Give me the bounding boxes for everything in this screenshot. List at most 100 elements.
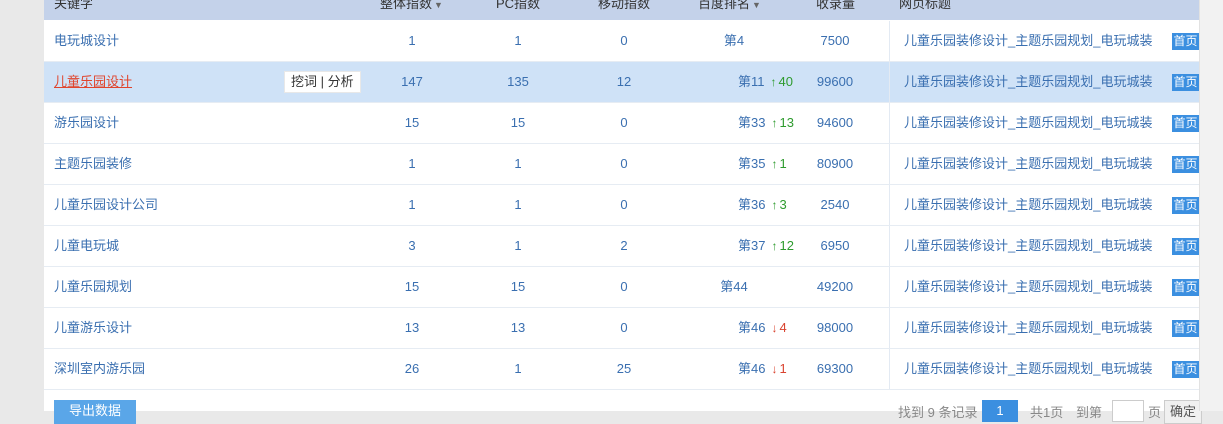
home-page-link[interactable]: 首页 [1172,33,1199,50]
baidu-rank: 第37 ↑ 12 [674,226,794,266]
page-title-link[interactable]: 儿童乐园装修设计_主题乐园规划_电玩城装 [904,103,1152,143]
column-divider [889,185,890,225]
dig-words-link[interactable]: 挖词 [291,74,317,89]
table-row[interactable]: 游乐园设计 15 15 0 第33 ↑ 13 94600 儿童乐园装修设计_主题乐园规划_电玩城… [44,103,1200,144]
pc-index: 1 [514,197,522,212]
pc-index: 15 [510,115,526,130]
keyword-link[interactable]: 游乐园设计 [54,103,119,143]
home-page-link[interactable]: 首页 [1172,74,1199,91]
rank-value: 第44 [720,279,748,294]
total-index: 1 [408,33,416,48]
keyword-link[interactable]: 儿童电玩城 [54,226,119,266]
table-row[interactable]: 深圳室内游乐园 26 1 25 第46 ↓ 1 69300 儿童乐园装修设计_主题乐园规划_电玩… [44,349,1200,390]
keyword-link[interactable]: 儿童乐园规划 [54,267,132,307]
page-title-link[interactable]: 儿童乐园装修设计_主题乐园规划_电玩城装 [904,62,1152,102]
keyword-link[interactable]: 主题乐园装修 [54,144,132,184]
table-row[interactable]: 电玩城设计 1 1 0 第4 7500 儿童乐园装修设计_主题乐园规划_电玩城装 首页 [44,21,1200,62]
page-title-link[interactable]: 儿童乐园装修设计_主题乐园规划_电玩城装 [904,185,1152,225]
page-title-link[interactable]: 儿童乐园装修设计_主题乐园规划_电玩城装 [904,267,1152,307]
records-found: 找到 9 条记录 [898,402,978,421]
rank-up-arrow-icon: ↑ [771,157,778,171]
total-index: 26 [404,361,420,376]
table-row[interactable]: 儿童游乐设计 13 13 0 第46 ↓ 4 98000 儿童乐园装修设计_主题乐园规划_电玩城… [44,308,1200,349]
pc-index: 135 [507,74,529,89]
column-divider [889,144,890,184]
rank-value: 第46 [738,320,766,335]
indexed-count: 7500 [820,33,850,48]
analyze-link[interactable]: 分析 [328,74,354,89]
indexed-count: 6950 [820,238,850,253]
home-page-link[interactable]: 首页 [1172,156,1199,173]
pc-index: 1 [514,156,522,171]
rank-up-arrow-icon: ↑ [771,239,778,253]
records-found-prefix: 找到 [898,405,925,420]
table-row[interactable]: 儿童电玩城 3 1 2 第37 ↑ 12 6950 儿童乐园装修设计_主题乐园规划_电玩城装 首页 [44,226,1200,267]
pc-index: 15 [510,279,526,294]
keyword-link[interactable]: 电玩城设计 [54,21,119,61]
home-page-link[interactable]: 首页 [1172,115,1199,132]
mobile-index: 25 [616,361,632,376]
table-row[interactable]: 儿童乐园规划 15 15 0 第44 49200 儿童乐园装修设计_主题乐园规划_电玩城装 首… [44,267,1200,308]
total-index: 15 [404,115,420,130]
records-found-suffix: 条记录 [938,405,978,420]
indexed-count: 94600 [816,115,854,130]
home-page-link[interactable]: 首页 [1172,279,1199,296]
col-baidu-rank[interactable]: 百度排名 ▼ [698,0,761,13]
keyword-link[interactable]: 深圳室内游乐园 [54,349,145,389]
baidu-rank: 第33 ↑ 13 [674,103,794,143]
records-found-count: 9 [927,405,935,420]
keyword-link[interactable]: 儿童游乐设计 [54,308,132,348]
table-header: 关键字 整体指数 ▼ PC指数 移动指数 百度排名 ▼ 收录量 网页标题 [44,0,1200,20]
pc-index: 1 [514,238,522,253]
page-title-link[interactable]: 儿童乐园装修设计_主题乐园规划_电玩城装 [904,21,1152,61]
baidu-rank: 第35 ↑ 1 [674,144,787,184]
page-title-link[interactable]: 儿童乐园装修设计_主题乐园规划_电玩城装 [904,226,1152,266]
col-baidu-rank-label: 百度排名 [698,0,751,11]
total-index: 147 [401,74,423,89]
pc-index: 1 [514,33,522,48]
home-page-link[interactable]: 首页 [1172,238,1199,255]
column-divider [889,62,890,102]
mobile-index: 0 [620,320,628,335]
rank-value: 第11 [738,74,765,89]
page-title-link[interactable]: 儿童乐园装修设计_主题乐园规划_电玩城装 [904,308,1152,348]
rank-change: 4 [779,320,787,335]
keyword-link[interactable]: 儿童乐园设计公司 [54,185,158,225]
mobile-index: 0 [620,156,628,171]
pager-confirm-button[interactable]: 确定 [1164,400,1202,424]
home-page-link[interactable]: 首页 [1172,197,1199,214]
total-index: 13 [404,320,420,335]
mobile-index: 0 [620,197,628,212]
scrollbar[interactable] [1199,0,1223,411]
rank-value: 第37 [738,238,766,253]
total-index: 15 [404,279,420,294]
pager-goto-input[interactable] [1112,400,1144,422]
indexed-count: 80900 [816,156,854,171]
keyword-link[interactable]: 儿童乐园设计 [54,62,132,102]
rank-up-arrow-icon: ↑ [771,198,778,212]
col-page-title: 网页标题 [899,0,952,11]
table-row[interactable]: 儿童乐园设计 挖词 | 分析 147 135 12 第11 ↑ 40 99600 儿童乐园装修设计… [44,62,1200,103]
col-mobile-index: 移动指数 [598,0,651,11]
indexed-count: 2540 [820,197,850,212]
baidu-rank: 第44 [674,267,794,307]
baidu-rank: 第36 ↑ 3 [674,185,787,225]
table-row[interactable]: 主题乐园装修 1 1 0 第35 ↑ 1 80900 儿童乐园装修设计_主题乐园规划_电玩城装首… [44,144,1200,185]
rank-down-arrow-icon: ↓ [771,321,778,335]
column-divider [889,308,890,348]
col-total-index[interactable]: 整体指数 ▼ [380,0,443,13]
rank-up-arrow-icon: ↑ [771,116,778,130]
rank-change: 12 [779,238,794,253]
page-title-link[interactable]: 儿童乐园装修设计_主题乐园规划_电玩城装 [904,349,1152,389]
export-data-button[interactable]: 导出数据 [54,400,136,424]
rank-value: 第33 [738,115,766,130]
home-page-link[interactable]: 首页 [1172,361,1199,378]
left-gutter [0,0,44,411]
home-page-link[interactable]: 首页 [1172,320,1199,337]
pager-current-page[interactable]: 1 [982,400,1018,422]
table-row[interactable]: 儿童乐园设计公司 1 1 0 第36 ↑ 3 2540 儿童乐园装修设计_主题乐园规划_电玩城装… [44,185,1200,226]
rank-change: 40 [778,74,793,89]
column-divider [889,267,890,307]
page-title-link[interactable]: 儿童乐园装修设计_主题乐园规划_电玩城装 [904,144,1152,184]
total-index: 3 [408,238,416,253]
